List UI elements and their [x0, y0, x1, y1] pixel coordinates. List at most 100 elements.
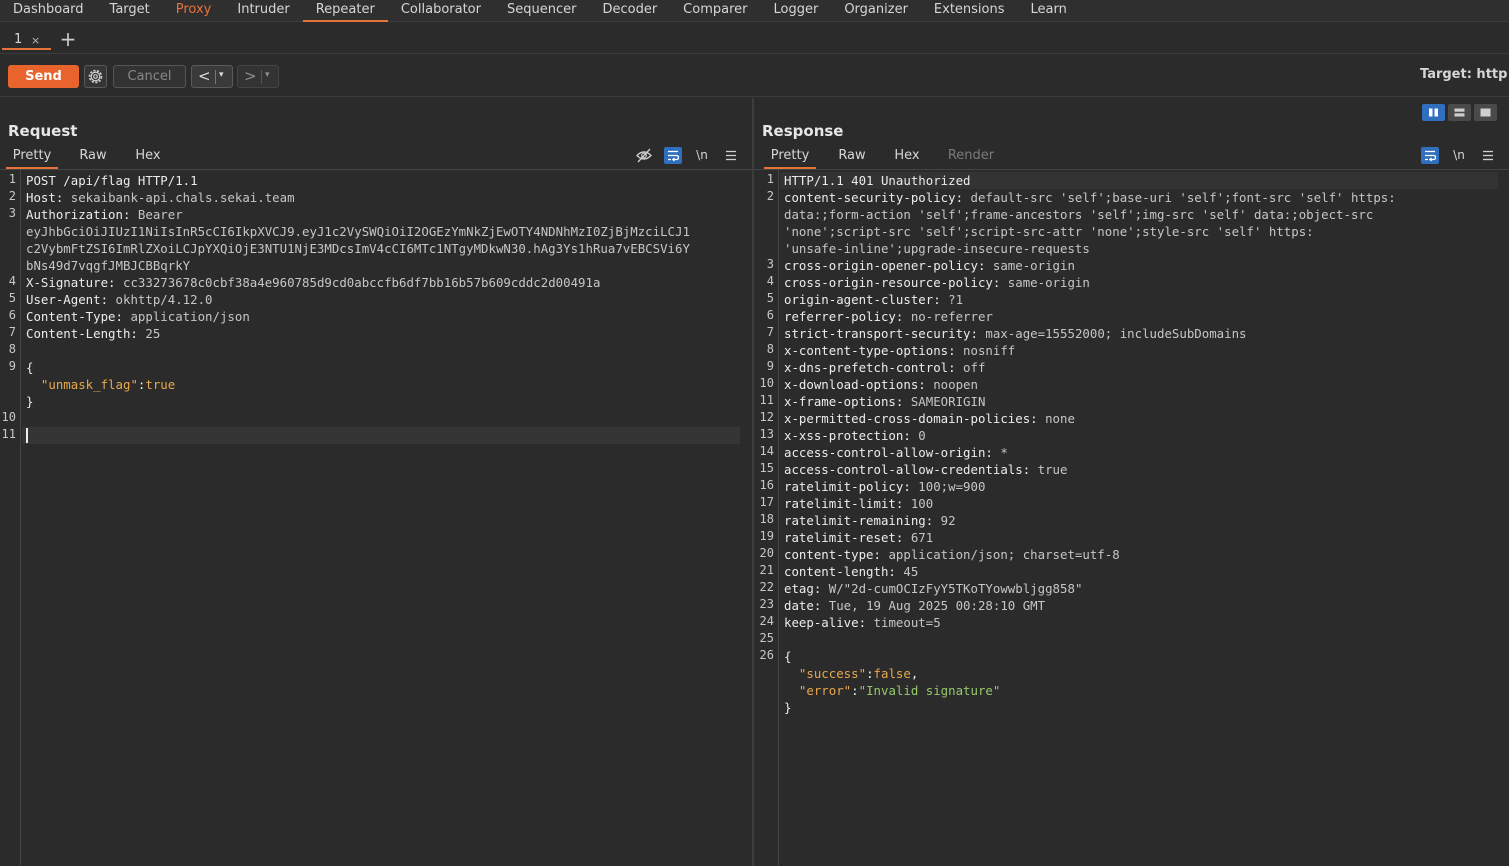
- tab-pretty[interactable]: Pretty: [764, 147, 816, 169]
- hamburger-menu-icon: [1483, 150, 1493, 161]
- target-label[interactable]: Target: http: [1420, 67, 1507, 82]
- code-token: cc33273678c0cbf38a4e960785d9cd0abccfb6df…: [122, 275, 601, 290]
- menu-learn[interactable]: Learn: [1018, 0, 1080, 22]
- code-line: cross-origin-resource-policy: same-origi…: [784, 274, 1090, 291]
- code-token: true: [1037, 462, 1068, 477]
- layout-side-by-side-button[interactable]: [1422, 104, 1445, 121]
- eye-slash-icon: [636, 148, 652, 163]
- repeater-tab-1[interactable]: 1 ×: [2, 26, 51, 50]
- menu-extensions[interactable]: Extensions: [921, 0, 1018, 22]
- code-token: Host:: [26, 190, 71, 205]
- chevron-down-icon[interactable]: ▾: [265, 70, 270, 80]
- chevron-down-icon[interactable]: ▾: [219, 70, 224, 80]
- response-editor[interactable]: 1 HTTP/1.1 401 Unauthorized 2 content-secur…: [754, 170, 1509, 866]
- layout-toggle-group: [1422, 104, 1498, 122]
- line-number: 11: [759, 393, 774, 407]
- line-number: 10: [759, 376, 774, 390]
- code-token: POST /api/flag HTTP/1.1: [26, 173, 198, 188]
- show-newlines-toggle[interactable]: \n: [1450, 147, 1468, 164]
- code-token: nosniff: [963, 343, 1016, 358]
- line-number: 7: [766, 325, 774, 339]
- wrap-lines-toggle[interactable]: [664, 147, 682, 164]
- menu-collaborator[interactable]: Collaborator: [388, 0, 494, 22]
- code-line: origin-agent-cluster: ?1: [784, 291, 963, 308]
- code-line: ratelimit-remaining: 92: [784, 512, 956, 529]
- menu-intruder[interactable]: Intruder: [224, 0, 302, 22]
- history-forward-button[interactable]: > ▾: [237, 65, 279, 88]
- menu-organizer[interactable]: Organizer: [831, 0, 921, 22]
- tab-pretty[interactable]: Pretty: [6, 147, 58, 169]
- code-line: POST /api/flag HTTP/1.1: [26, 172, 198, 189]
- menu-comparer[interactable]: Comparer: [670, 0, 760, 22]
- line-number: 9: [766, 359, 774, 373]
- code-line: ratelimit-policy: 100;w=900: [784, 478, 985, 495]
- code-line: data:;form-action 'self';frame-ancestors…: [784, 206, 1373, 223]
- code-line: content-length: 45: [784, 563, 918, 580]
- code-token: default-src 'self';base-uri 'self';font-…: [970, 190, 1396, 205]
- code-line: x-frame-options: SAMEORIGIN: [784, 393, 985, 410]
- code-token: :: [851, 683, 859, 698]
- menu-repeater[interactable]: Repeater: [302, 0, 388, 22]
- line-number: 19: [759, 529, 774, 543]
- code-line: strict-transport-security: max-age=15552…: [784, 325, 1247, 342]
- code-token: ratelimit-policy:: [784, 479, 919, 494]
- code-token: X-Signature:: [26, 275, 123, 290]
- code-token: Authorization:: [26, 207, 138, 222]
- wrap-lines-toggle[interactable]: [1421, 147, 1439, 164]
- line-number: 13: [759, 427, 774, 441]
- response-panel: Response Pretty Raw Hex Render \n 1 HTTP/…: [754, 98, 1509, 866]
- show-newlines-toggle[interactable]: \n: [693, 147, 711, 164]
- menu-target[interactable]: Target: [97, 0, 163, 22]
- tab-hex[interactable]: Hex: [887, 147, 927, 169]
- code-token: off: [963, 360, 986, 375]
- tab-raw[interactable]: Raw: [72, 147, 114, 169]
- request-menu-button[interactable]: [722, 147, 740, 164]
- code-line: etag: W/"2d-cumOCIzFyY5TKoTYowwbljgg858": [784, 580, 1082, 597]
- menu-sequencer[interactable]: Sequencer: [494, 0, 589, 22]
- code-token: content-type:: [784, 547, 889, 562]
- newline-label: \n: [696, 148, 708, 162]
- forward-arrow-icon: >: [244, 67, 257, 85]
- code-token: SAMEORIGIN: [910, 394, 986, 409]
- request-editor[interactable]: 1 POST /api/flag HTTP/1.1 2 Host: sekaibank…: [0, 170, 752, 866]
- add-tab-button[interactable]: +: [59, 27, 77, 51]
- code-line: date: Tue, 19 Aug 2025 00:28:10 GMT: [784, 597, 1045, 614]
- response-menu-button[interactable]: [1479, 147, 1497, 164]
- code-token: 0: [918, 428, 926, 443]
- menu-decoder[interactable]: Decoder: [589, 0, 670, 22]
- code-token: bNs49d7vqgfJMBJCBBqrkY: [26, 258, 191, 273]
- line-number: 16: [759, 478, 774, 492]
- line-number: 20: [759, 546, 774, 560]
- cancel-button[interactable]: Cancel: [113, 65, 186, 88]
- layout-tabbed-button[interactable]: [1474, 104, 1497, 121]
- send-button[interactable]: Send: [8, 65, 79, 88]
- line-number: 4: [766, 274, 774, 288]
- menu-logger[interactable]: Logger: [761, 0, 832, 22]
- code-line: content-security-policy: default-src 'se…: [784, 189, 1396, 206]
- menu-dashboard[interactable]: Dashboard: [0, 0, 97, 22]
- code-token: 45: [903, 564, 919, 579]
- line-number: 11: [1, 427, 16, 441]
- tab-hex[interactable]: Hex: [128, 147, 168, 169]
- tab-raw[interactable]: Raw: [831, 147, 873, 169]
- history-back-button[interactable]: < ▾: [191, 65, 233, 88]
- close-tab-icon[interactable]: ×: [31, 34, 40, 47]
- tab-render[interactable]: Render: [942, 147, 1000, 169]
- line-number: 23: [759, 597, 774, 611]
- code-line: }: [26, 393, 33, 410]
- menu-proxy[interactable]: Proxy: [163, 0, 225, 22]
- settings-button[interactable]: [84, 65, 107, 88]
- line-number: 17: [759, 495, 774, 509]
- line-number: 1: [8, 172, 16, 186]
- code-token: *: [1000, 445, 1008, 460]
- code-token: x-dns-prefetch-control:: [784, 360, 964, 375]
- layout-stacked-button[interactable]: [1448, 104, 1471, 121]
- wrap-lines-icon: [1425, 150, 1437, 162]
- code-token: HTTP/1.1 401 Unauthorized: [784, 173, 971, 188]
- response-title: Response: [762, 122, 844, 140]
- response-view-tabs: Pretty Raw Hex Render: [754, 147, 1509, 169]
- line-number: 8: [8, 342, 16, 356]
- hide-eye-toggle[interactable]: [635, 147, 653, 164]
